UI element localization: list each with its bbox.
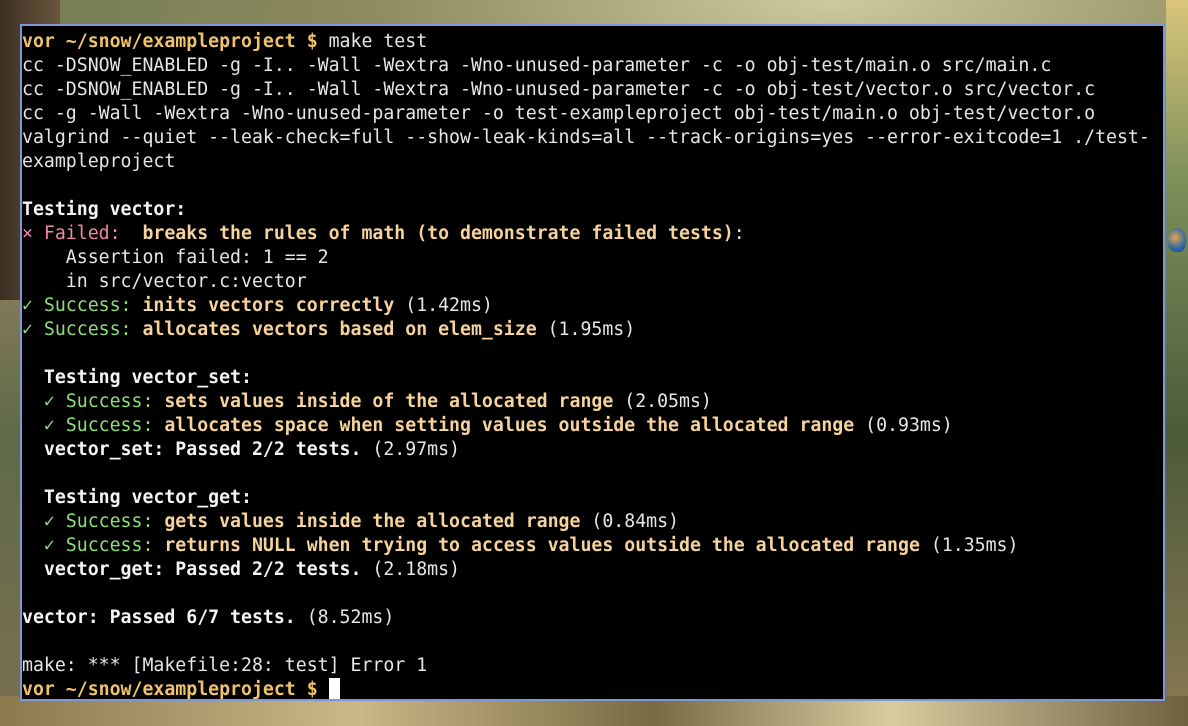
- suite-time: (2.97ms): [361, 439, 461, 460]
- test-name: breaks the rules of math (to demonstrate…: [131, 223, 734, 244]
- test-time: (0.84ms): [580, 511, 680, 532]
- overall-summary: vector: Passed 6/7 tests.: [22, 607, 296, 628]
- suite-summary: vector_get: Passed 2/2 tests.: [22, 559, 362, 580]
- success-test-line: ✓ Success: returns NULL when trying to a…: [22, 534, 1163, 558]
- suite-heading: Testing vector_get:: [22, 487, 252, 508]
- test-time: (1.35ms): [919, 535, 1019, 556]
- test-name: gets values inside the allocated range: [153, 511, 581, 532]
- suite-summary-line: vector_get: Passed 2/2 tests. (2.18ms): [22, 558, 1163, 582]
- test-name: allocates vectors based on elem_size: [131, 319, 537, 340]
- success-marker: ✓ Success:: [22, 535, 154, 556]
- success-test-line: ✓ Success: inits vectors correctly (1.42…: [22, 294, 1163, 318]
- test-name: allocates space when setting values outs…: [153, 415, 855, 436]
- make-error: make: *** [Makefile:28: test] Error 1: [22, 655, 428, 676]
- test-time: (0.93ms): [854, 415, 953, 436]
- prompt-user: vor: [22, 679, 55, 700]
- assertion-message: Assertion failed: 1 == 2: [22, 247, 329, 268]
- overall-summary-line: vector: Passed 6/7 tests. (8.52ms): [22, 606, 1163, 630]
- test-name: sets values inside of the allocated rang…: [153, 391, 614, 412]
- test-time: (2.05ms): [613, 391, 712, 412]
- test-name: inits vectors correctly: [131, 295, 395, 316]
- success-test-line: ✓ Success: allocates space when setting …: [22, 414, 1163, 438]
- success-marker: ✓ Success:: [22, 295, 132, 316]
- build-output-line: valgrind --quiet --leak-check=full --sho…: [22, 127, 1150, 148]
- build-output-line: cc -g -Wall -Wextra -Wno-unused-paramete…: [22, 103, 1096, 124]
- terminal-output[interactable]: vor ~/snow/exampleproject $ make test cc…: [22, 30, 1163, 702]
- prompt-user: vor: [22, 31, 55, 52]
- success-test-line: ✓ Success: allocates vectors based on el…: [22, 318, 1163, 342]
- prompt-line: vor ~/snow/exampleproject $ make test: [22, 30, 1163, 54]
- success-marker: ✓ Success:: [22, 415, 154, 436]
- success-marker: ✓ Success:: [22, 319, 132, 340]
- success-test-line: ✓ Success: sets values inside of the all…: [22, 390, 1163, 414]
- suite-time: (2.18ms): [361, 559, 461, 580]
- overall-time: (8.52ms): [295, 607, 395, 628]
- wallpaper-foliage: [1166, 0, 1188, 726]
- failed-marker: × Failed:: [22, 223, 132, 244]
- build-output-line: cc -DSNOW_ENABLED -g -I.. -Wall -Wextra …: [22, 55, 1052, 76]
- success-marker: ✓ Success:: [22, 391, 154, 412]
- test-time: (1.95ms): [536, 319, 636, 340]
- success-marker: ✓ Success:: [22, 511, 154, 532]
- test-colon: :: [733, 223, 745, 244]
- success-test-line: ✓ Success: gets values inside the alloca…: [22, 510, 1163, 534]
- suite-heading: Testing vector:: [22, 199, 187, 220]
- text-cursor: [328, 678, 340, 699]
- suite-summary-line: vector_set: Passed 2/2 tests. (2.97ms): [22, 438, 1163, 462]
- command-text: make test: [317, 31, 428, 52]
- build-output-line: cc -DSNOW_ENABLED -g -I.. -Wall -Wextra …: [22, 79, 1096, 100]
- prompt-path: ~/snow/exampleproject $: [54, 31, 318, 52]
- wallpaper-bird: [1168, 228, 1186, 252]
- suite-summary: vector_set: Passed 2/2 tests.: [22, 439, 362, 460]
- build-output-line: exampleproject: [22, 151, 176, 172]
- terminal-window[interactable]: vor ~/snow/exampleproject $ make test cc…: [20, 24, 1165, 701]
- prompt-line[interactable]: vor ~/snow/exampleproject $: [22, 678, 1163, 702]
- suite-heading: Testing vector_set:: [22, 367, 252, 388]
- assertion-location: in src/vector.c:vector: [22, 271, 307, 292]
- failed-test-line: × Failed: breaks the rules of math (to d…: [22, 222, 1163, 246]
- test-time: (1.42ms): [394, 295, 493, 316]
- prompt-path: ~/snow/exampleproject $: [54, 679, 318, 700]
- test-name: returns NULL when trying to access value…: [153, 535, 920, 556]
